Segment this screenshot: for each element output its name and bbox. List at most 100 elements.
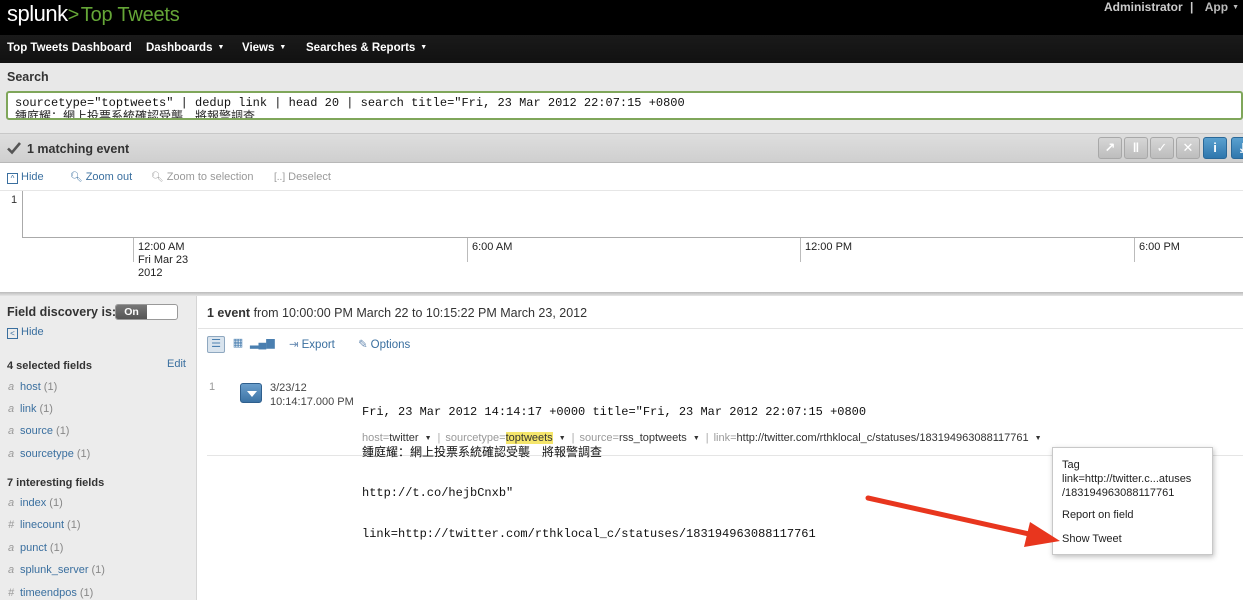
field-value-source[interactable]: rss_toptweets xyxy=(619,432,687,444)
jobs-icon[interactable]: ⤓ xyxy=(1231,137,1243,159)
nav-dashboards[interactable]: Dashboards ▼ xyxy=(146,42,224,54)
nav-label: Views xyxy=(242,42,275,54)
chevron-down-icon[interactable]: ▼ xyxy=(693,435,700,442)
string-type-icon: a xyxy=(8,564,15,576)
field-item-host[interactable]: a host (1) xyxy=(8,381,57,393)
info-icon[interactable]: i xyxy=(1203,137,1227,159)
field-value-link[interactable]: http://twitter.com/rthklocal_c/statuses/… xyxy=(737,432,1029,444)
tag-value: link=http://twitter.c...atuses xyxy=(1062,473,1192,485)
field-key: host= xyxy=(362,432,390,444)
timeline-tick xyxy=(467,238,468,262)
event-raw-text[interactable]: Fri, 23 Mar 2012 14:14:17 +0000 title="F… xyxy=(362,379,866,568)
bracket-icon: [..] xyxy=(274,172,286,183)
nav-views[interactable]: Views ▼ xyxy=(242,42,286,54)
event-actions-dropdown-icon[interactable] xyxy=(240,383,262,403)
finalize-icon[interactable]: ✓ xyxy=(1150,137,1174,159)
field-item-linecount[interactable]: # linecount (1) xyxy=(8,519,81,531)
top-header: splunk> Top Tweets Administrator | App ▼ xyxy=(0,0,1243,35)
field-name: index xyxy=(20,497,47,509)
field-separator: | xyxy=(571,432,575,444)
field-count: (1) xyxy=(76,448,91,460)
edit-fields-link[interactable]: Edit xyxy=(167,358,186,370)
magnifier-icon: 🔍︎ xyxy=(151,172,164,183)
logo-chevron: > xyxy=(67,4,80,26)
export-button[interactable]: ⇥ Export xyxy=(289,337,335,351)
selected-fields-title: 4 selected fields xyxy=(7,360,92,372)
menu-item-report-on-field[interactable]: Report on field xyxy=(1062,508,1134,522)
zoom-to-selection-button[interactable]: 🔍︎ Zoom to selection xyxy=(151,171,254,183)
field-item-punct[interactable]: a punct (1) xyxy=(8,542,63,554)
chart-view-icon[interactable]: ▂▄▆ xyxy=(250,336,275,353)
field-item-splunk-server[interactable]: a splunk_server (1) xyxy=(8,564,105,576)
event-date: 3/23/12 xyxy=(270,382,307,394)
timeline-label-time: 12:00 AM xyxy=(138,241,185,253)
nav-label: Top Tweets Dashboard xyxy=(7,42,132,54)
field-item-source[interactable]: a source (1) xyxy=(8,425,69,437)
string-type-icon: a xyxy=(8,403,15,415)
field-count: (1) xyxy=(67,519,81,531)
options-button[interactable]: ✎ Options xyxy=(358,337,410,351)
timeline-label-12pm: 12:00 PM xyxy=(805,241,853,253)
export-icon[interactable]: ↗ xyxy=(1098,137,1122,159)
field-value-sourcetype[interactable]: toptweets xyxy=(505,432,553,444)
timeline-label-year: 2012 xyxy=(138,267,163,279)
timeline-hide-button[interactable]: ^ Hide xyxy=(7,171,44,184)
timeline-tick xyxy=(800,238,801,262)
pause-icon[interactable]: ‖ xyxy=(1124,137,1148,159)
timeline-tick xyxy=(1134,238,1135,262)
field-context-menu: Tag link=http://twitter.c...atuses /1831… xyxy=(1052,447,1213,555)
field-name: host xyxy=(20,381,41,393)
field-name: link xyxy=(20,403,37,415)
numeric-type-icon: # xyxy=(8,587,15,599)
raw-line: http://t.co/hejbCnxb" xyxy=(362,486,514,500)
string-type-icon: a xyxy=(8,497,15,509)
menu-item-show-tweet[interactable]: Show Tweet xyxy=(1062,532,1122,546)
nav-top-tweets-dashboard[interactable]: Top Tweets Dashboard xyxy=(7,42,132,54)
raw-line: 鍾庭耀：網上投票系統確認受襲 將報警調查 xyxy=(362,445,603,460)
field-item-sourcetype[interactable]: a sourcetype (1) xyxy=(8,448,90,460)
timeline-tick xyxy=(133,238,134,262)
cancel-icon[interactable]: ✕ xyxy=(1176,137,1200,159)
header-separator: | xyxy=(1190,0,1194,14)
app-menu-label: App xyxy=(1204,0,1229,14)
raw-line: Fri, 23 Mar 2012 14:14:17 +0000 title="F… xyxy=(362,405,867,419)
field-value-host[interactable]: twitter xyxy=(389,432,418,444)
event-count: 1 event xyxy=(207,306,251,320)
chevron-down-icon[interactable]: ▼ xyxy=(1035,435,1042,442)
table-view-icon[interactable]: ▦ xyxy=(229,336,247,353)
timeline-chart[interactable]: 1 12:00 AM Fri Mar 23 2012 6:00 AM 12:00… xyxy=(0,191,1243,293)
options-label: Options xyxy=(370,339,411,351)
field-item-link[interactable]: a link (1) xyxy=(8,403,53,415)
event-row: 1 3/23/12 10:14:17.000 PM Fri, 23 Mar 20… xyxy=(207,374,1243,540)
timeline-label-first: 12:00 AM Fri Mar 23 2012 xyxy=(138,241,188,280)
sidebar-hide-button[interactable]: < Hide xyxy=(7,326,44,339)
toggle-on-label: On xyxy=(116,305,147,319)
app-menu[interactable]: App ▼ xyxy=(1201,0,1239,14)
deselect-button[interactable]: [..] Deselect xyxy=(274,171,331,183)
field-item-index[interactable]: a index (1) xyxy=(8,497,63,509)
timeline-label-6am: 6:00 AM xyxy=(472,241,513,253)
menu-item-tag[interactable]: Tag link=http://twitter.c...atuses /1831… xyxy=(1062,458,1191,500)
timeline-label-day: Fri Mar 23 xyxy=(138,254,189,266)
event-field-list: host=twitter ▼ | sourcetype=toptweets ▼ | sour… xyxy=(362,432,1048,444)
string-type-icon: a xyxy=(8,381,15,393)
app-title: Top Tweets xyxy=(80,4,180,26)
search-input[interactable]: sourcetype="toptweets" | dedup link | he… xyxy=(6,91,1243,120)
checkmark-icon xyxy=(7,142,21,155)
field-count: (1) xyxy=(39,403,53,415)
export-icon: ⇥ xyxy=(289,339,299,351)
timeline-plot-area[interactable] xyxy=(22,191,1243,238)
field-item-timeendpos[interactable]: # timeendpos (1) xyxy=(8,587,93,599)
user-menu[interactable]: Administrator xyxy=(1104,0,1183,14)
chevron-down-icon: ▼ xyxy=(1232,4,1239,11)
chevron-down-icon[interactable]: ▼ xyxy=(425,435,432,442)
list-view-icon[interactable]: ☰ xyxy=(207,336,225,353)
chevron-down-icon: ▼ xyxy=(279,44,287,51)
zoom-out-button[interactable]: 🔍︎ Zoom out xyxy=(70,171,132,183)
splunk-logo[interactable]: splunk> Top Tweets xyxy=(7,1,180,27)
nav-searches-reports[interactable]: Searches & Reports ▼ xyxy=(306,42,427,54)
zoom-to-selection-label: Zoom to selection xyxy=(166,171,254,183)
field-discovery-toggle[interactable]: On xyxy=(115,304,178,320)
chevron-down-icon[interactable]: ▼ xyxy=(559,435,566,442)
nav-label: Dashboards xyxy=(146,42,213,54)
